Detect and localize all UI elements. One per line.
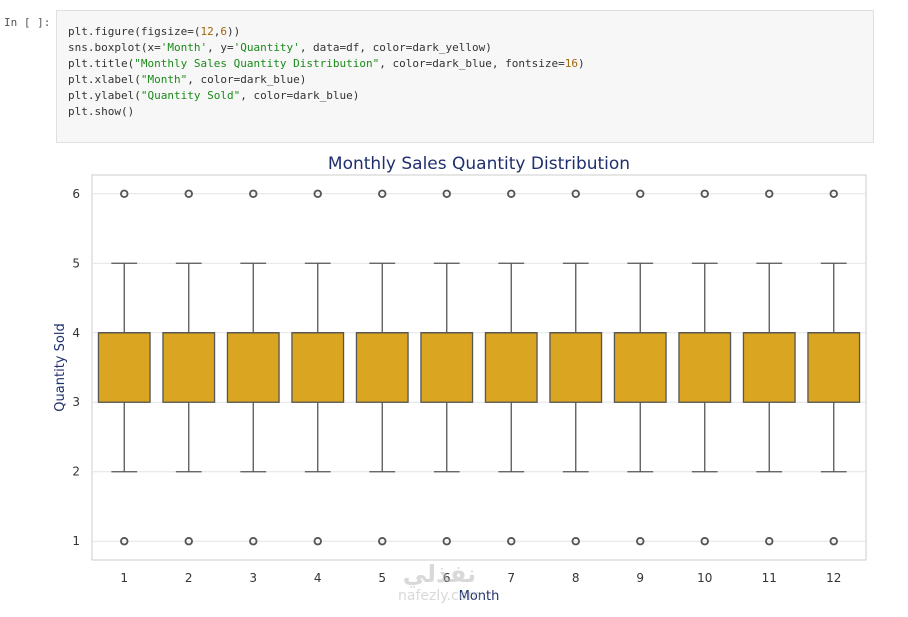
- box-month-5: [355, 332, 409, 403]
- x-tick-label: 8: [572, 571, 580, 585]
- x-tick-label: 12: [826, 571, 841, 585]
- y-tick-label: 2: [72, 465, 80, 479]
- code-token: 16: [564, 57, 578, 70]
- code-line: plt.show(): [68, 104, 585, 120]
- code-token: , color=dark_blue): [187, 73, 307, 86]
- box-month-6: [420, 332, 474, 403]
- box-month-10: [678, 332, 732, 403]
- code-line: plt.figure(figsize=(12,6)): [68, 24, 585, 40]
- box-month-1: [97, 332, 151, 403]
- code-token: plt.ylabel(: [68, 89, 141, 102]
- code-token: plt.figure(figsize=(: [68, 25, 201, 38]
- x-tick-label: 11: [762, 571, 777, 585]
- x-tick-label: 5: [378, 571, 386, 585]
- boxplot-chart: 1234561 2 3 4 5 6 7 8 9 10 11 12Monthly Sales Quant…: [53, 154, 867, 604]
- x-tick-label: 3: [249, 571, 257, 585]
- chart-title: Monthly Sales Quantity Distribution: [328, 154, 630, 174]
- code-token: 'Quantity': [233, 41, 300, 54]
- y-tick-label: 3: [72, 395, 80, 409]
- code-token: )): [226, 25, 241, 38]
- box-month-9: [613, 332, 667, 403]
- code-line: plt.title("Monthly Sales Quantity Distri…: [68, 56, 585, 72]
- code-token: "Monthly Sales Quantity Distribution": [134, 57, 380, 70]
- code-token: , data=df, color=dark_yellow): [299, 41, 492, 54]
- box-month-12: [807, 332, 861, 403]
- watermark-latin: nafezly.com: [398, 588, 481, 604]
- code-token: 'Month': [160, 41, 208, 54]
- x-tick-label: 10: [697, 571, 712, 585]
- code-token: 6: [220, 25, 227, 38]
- box-month-4: [291, 332, 345, 403]
- code-token: , color=dark_blue, fontsize=: [379, 57, 565, 70]
- code-token: , y=: [207, 41, 234, 54]
- code-line: plt.ylabel("Quantity Sold", color=dark_b…: [68, 88, 585, 104]
- x-tick-label: 9: [636, 571, 644, 585]
- x-tick-label: 4: [314, 571, 322, 585]
- code-token: plt.xlabel(: [68, 73, 141, 86]
- x-tick-label: 1: [120, 571, 128, 585]
- cell-prompt: In [ ]:: [4, 16, 51, 29]
- y-tick-label: 5: [72, 256, 80, 270]
- code-token: "Quantity Sold": [140, 89, 241, 102]
- code-token: plt.title(: [68, 57, 135, 70]
- code-token: , color=dark_blue): [240, 89, 360, 102]
- code-line: plt.xlabel("Month", color=dark_blue): [68, 72, 585, 88]
- box-month-2: [162, 332, 216, 403]
- code-token: sns.boxplot(x=: [68, 41, 161, 54]
- code-token: "Month": [140, 73, 188, 86]
- y-tick-label: 1: [72, 534, 80, 548]
- code-token: plt.show(): [68, 105, 135, 118]
- code-cell[interactable]: plt.figure(figsize=(12,6)) sns.boxplot(x=…: [56, 10, 874, 143]
- box-month-11: [742, 332, 796, 403]
- x-tick-label: 2: [185, 571, 193, 585]
- box-month-7: [484, 332, 538, 403]
- code-token: 12: [200, 25, 214, 38]
- y-tick-label: 6: [72, 187, 80, 201]
- y-axis-label: Quantity Sold: [53, 323, 68, 411]
- watermark-arabic: نفذلي: [402, 560, 477, 588]
- code-token: ): [577, 57, 585, 70]
- code-line: sns.boxplot(x='Month', y='Quantity', dat…: [68, 40, 585, 56]
- box-month-3: [226, 332, 280, 403]
- nafezly-watermark: نفذلي nafezly.com: [398, 560, 481, 604]
- code-editor[interactable]: plt.figure(figsize=(12,6)) sns.boxplot(x=…: [68, 24, 585, 120]
- x-tick-label: 7: [507, 571, 515, 585]
- box-month-8: [549, 332, 603, 403]
- y-tick-label: 4: [72, 326, 80, 340]
